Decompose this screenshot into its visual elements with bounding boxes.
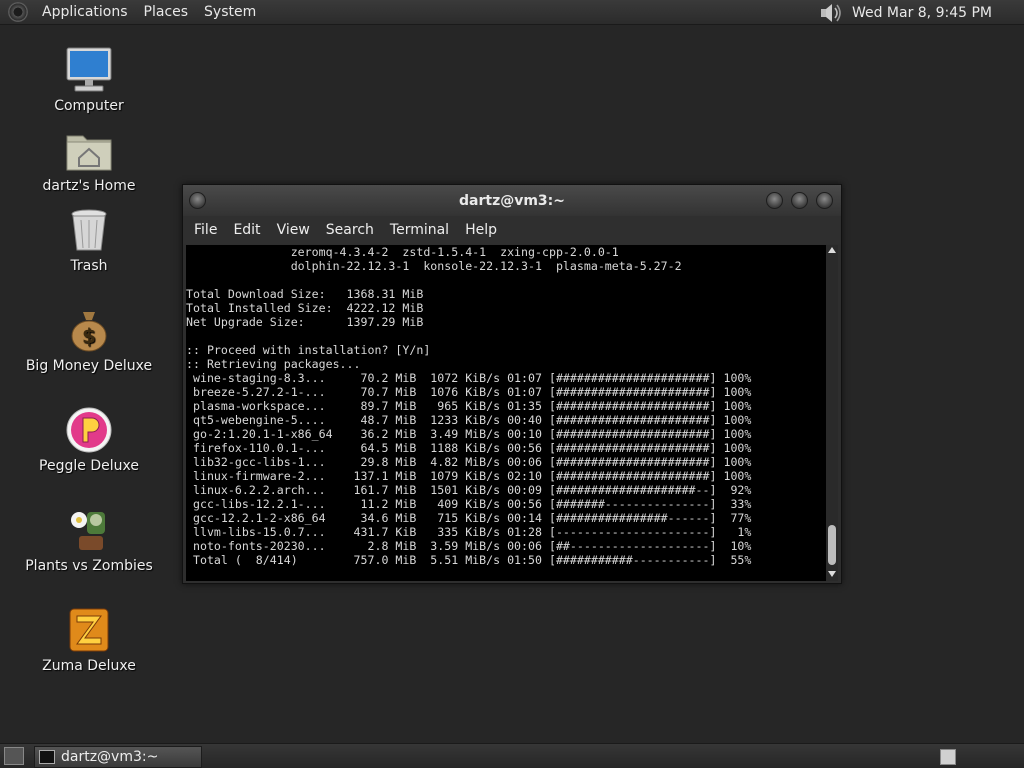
menu-file[interactable]: File	[186, 222, 225, 238]
taskbar-button-label: dartz@vm3:~	[61, 749, 159, 765]
taskbar-terminal-button[interactable]: dartz@vm3:~	[34, 746, 202, 768]
terminal-line: qt5-webengine-5.... 48.7 MiB 1233 KiB/s …	[186, 413, 752, 427]
desktop-icon-label: Computer	[54, 98, 124, 114]
terminal-line: Total ( 8/414) 757.0 MiB 5.51 MiB/s 01:5…	[186, 553, 752, 567]
terminal-line: Total Download Size: 1368.31 MiB	[186, 287, 424, 301]
svg-text:$: $	[82, 324, 96, 348]
desktop-icon-label: Zuma Deluxe	[42, 658, 136, 674]
terminal-icon	[39, 750, 55, 764]
terminal-line: dolphin-22.12.3-1 konsole-22.12.3-1 plas…	[186, 259, 682, 273]
menu-view[interactable]: View	[269, 222, 318, 238]
minimize-button[interactable]	[766, 192, 783, 209]
top-panel: Applications Places System Wed Mar 8, 9:…	[0, 0, 1024, 25]
desktop-icon-label: Plants vs Zombies	[25, 558, 153, 574]
scroll-up-arrow-icon[interactable]	[828, 247, 836, 253]
terminal-line: wine-staging-8.3... 70.2 MiB 1072 KiB/s …	[186, 371, 752, 385]
distro-logo-icon[interactable]	[8, 2, 28, 22]
terminal-line: :: Proceed with installation? [Y/n]	[186, 343, 431, 357]
terminal-scrollbar[interactable]	[826, 245, 838, 581]
clock[interactable]: Wed Mar 8, 9:45 PM	[852, 5, 992, 21]
menu-system[interactable]: System	[196, 4, 264, 20]
terminal-line: plasma-workspace... 89.7 MiB 965 KiB/s 0…	[186, 399, 752, 413]
window-menu-button[interactable]	[189, 192, 206, 209]
system-tray: Wed Mar 8, 9:45 PM	[818, 0, 1024, 25]
maximize-button[interactable]	[791, 192, 808, 209]
terminal-line: gcc-libs-12.2.1-... 11.2 MiB 409 KiB/s 0…	[186, 497, 752, 511]
terminal-output[interactable]: zeromq-4.3.4-2 zstd-1.5.4-1 zxing-cpp-2.…	[186, 245, 826, 581]
terminal-line: Total Installed Size: 4222.12 MiB	[186, 301, 424, 315]
terminal-line: Net Upgrade Size: 1397.29 MiB	[186, 315, 424, 329]
desktop-icon-label: Trash	[70, 258, 108, 274]
terminal-line: linux-firmware-2... 137.1 MiB 1079 KiB/s…	[186, 469, 752, 483]
home-folder-icon	[66, 135, 112, 171]
terminal-line: :: Retrieving packages...	[186, 357, 361, 371]
menu-help[interactable]: Help	[457, 222, 505, 238]
peggle-icon	[66, 407, 112, 453]
desktop-icon-label: Peggle Deluxe	[39, 458, 139, 474]
scrollbar-thumb[interactable]	[828, 525, 836, 565]
desktop-icon-label: dartz's Home	[42, 178, 136, 194]
terminal-line: breeze-5.27.2-1-... 70.7 MiB 1076 KiB/s …	[186, 385, 752, 399]
terminal-line: zeromq-4.3.4-2 zstd-1.5.4-1 zxing-cpp-2.…	[186, 245, 619, 259]
terminal-line: noto-fonts-20230... 2.8 MiB 3.59 MiB/s 0…	[186, 539, 752, 553]
money-bag-icon: $	[71, 312, 107, 352]
menu-terminal[interactable]: Terminal	[382, 222, 457, 238]
terminal-window: dartz@vm3:~ File Edit View Search Termin…	[182, 184, 842, 584]
terminal-line: gcc-12.2.1-2-x86_64 34.6 MiB 715 KiB/s 0…	[186, 511, 752, 525]
menu-search[interactable]: Search	[318, 222, 382, 238]
terminal-line: firefox-110.0.1-... 64.5 MiB 1188 KiB/s …	[186, 441, 752, 455]
terminal-line: go-2:1.20.1-1-x86_64 36.2 MiB 3.49 MiB/s…	[186, 427, 752, 441]
terminal-menubar: File Edit View Search Terminal Help	[183, 216, 841, 244]
terminal-line: lib32-gcc-libs-1... 29.8 MiB 4.82 MiB/s …	[186, 455, 752, 469]
menu-applications[interactable]: Applications	[34, 4, 136, 20]
show-desktop-button[interactable]	[4, 747, 24, 765]
desktop-icon-plants-vs-zombies[interactable]: Plants vs Zombies	[19, 506, 159, 574]
desktop-icon-home[interactable]: dartz's Home	[19, 126, 159, 194]
scroll-down-arrow-icon[interactable]	[828, 571, 836, 577]
trash-icon	[71, 209, 107, 251]
zuma-icon	[69, 608, 109, 652]
window-titlebar[interactable]: dartz@vm3:~	[183, 185, 841, 216]
close-button[interactable]	[816, 192, 833, 209]
computer-icon	[66, 47, 112, 92]
menu-places[interactable]: Places	[136, 4, 197, 20]
desktop-icon-trash[interactable]: Trash	[19, 206, 159, 274]
desktop-icon-label: Big Money Deluxe	[25, 358, 153, 374]
desktop-icon-zuma[interactable]: Zuma Deluxe	[19, 606, 159, 674]
terminal-line: llvm-libs-15.0.7... 431.7 KiB 335 KiB/s …	[186, 525, 752, 539]
desktop-icon-big-money[interactable]: $ Big Money Deluxe	[19, 306, 159, 374]
bottom-panel: dartz@vm3:~	[0, 743, 1024, 768]
desktop-icon-computer[interactable]: Computer	[19, 46, 159, 114]
terminal-line: linux-6.2.2.arch... 161.7 MiB 1501 KiB/s…	[186, 483, 752, 497]
workspace-switcher[interactable]	[940, 749, 956, 765]
plants-vs-zombies-icon	[71, 512, 105, 550]
window-title: dartz@vm3:~	[459, 192, 565, 209]
volume-icon[interactable]	[818, 2, 844, 24]
menu-edit[interactable]: Edit	[225, 222, 268, 238]
desktop-icon-peggle[interactable]: Peggle Deluxe	[19, 406, 159, 474]
